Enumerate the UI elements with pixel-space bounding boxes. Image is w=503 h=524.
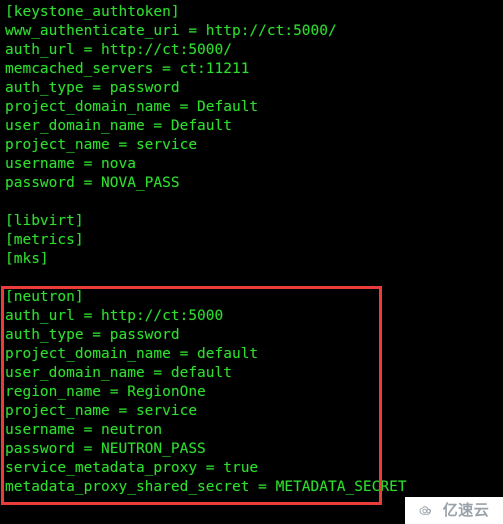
config-line: [keystone_authtoken] (5, 4, 180, 20)
config-line: user_domain_name = default (5, 365, 232, 381)
config-line: memcached_servers = ct:11211 (5, 61, 250, 77)
config-line: region_name = RegionOne (5, 384, 206, 400)
config-line: auth_url = http://ct:5000 (5, 308, 224, 324)
config-line: username = neutron (5, 422, 163, 438)
config-line: [mks] (5, 251, 49, 267)
config-line: [neutron] (5, 289, 84, 305)
config-line: auth_url = http://ct:5000/ (5, 42, 232, 58)
watermark-text: 亿速云 (442, 501, 490, 519)
config-file-content[interactable]: [keystone_authtoken] www_authenticate_uri… (0, 0, 503, 497)
config-line: metadata_proxy_shared_secret = METADATA_… (5, 479, 407, 495)
config-line: project_name = service (5, 403, 198, 419)
config-line: user_domain_name = Default (5, 118, 232, 134)
terminal-window: [keystone_authtoken] www_authenticate_uri… (0, 0, 503, 524)
config-line: username = nova (5, 156, 136, 172)
config-line: auth_type = password (5, 327, 180, 343)
config-line: project_domain_name = default (5, 346, 259, 362)
watermark: 亿速云 (405, 497, 503, 524)
config-line: [libvirt] (5, 213, 84, 229)
config-line: password = NOVA_PASS (5, 175, 180, 191)
config-line: auth_type = password (5, 80, 180, 96)
config-line: www_authenticate_uri = http://ct:5000/ (5, 23, 337, 39)
config-line: service_metadata_proxy = true (5, 460, 259, 476)
config-line: [metrics] (5, 232, 84, 248)
cloud-icon (419, 505, 431, 515)
config-line: project_name = service (5, 137, 198, 153)
config-line: project_domain_name = Default (5, 99, 259, 115)
config-line: password = NEUTRON_PASS (5, 441, 206, 457)
